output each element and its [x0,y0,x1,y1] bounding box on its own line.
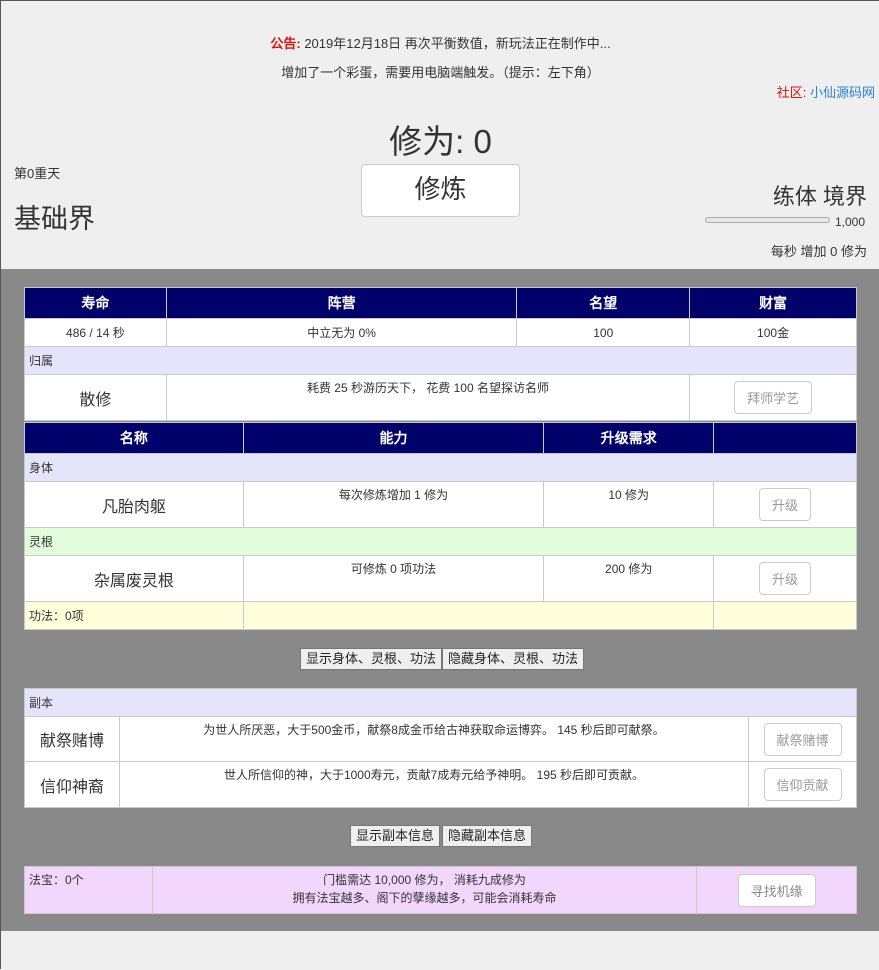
hide-dungeon-button[interactable]: 隐藏副本信息 [442,825,533,847]
community-label: 社区: [776,85,807,100]
body-section-label: 身体 [24,453,857,482]
stats-header-lifespan: 寿命 [24,287,167,319]
footer-strip [1,931,879,970]
main-panel: 寿命 阵营 名望 财富 486 / 14 秒 中立无为 0% 100 100金 … [1,269,879,931]
stats-header-faction: 阵营 [165,287,518,319]
skills-empty-cell [242,601,715,630]
treasure-count: 法宝：0个 [24,866,153,914]
hide-abilities-button[interactable]: 隐藏身体、灵根、功法 [442,648,585,670]
root-name: 杂属废灵根 [24,555,244,602]
body-row: 凡胎肉躯 每次修炼增加 1 修为 10 修为 升级 [24,481,857,528]
body-section-row: 身体 [24,453,857,482]
root-desc: 可修炼 0 项功法 [242,555,545,602]
stats-header-row: 寿命 阵营 名望 财富 [24,287,857,319]
stats-table: 寿命 阵营 名望 财富 486 / 14 秒 中立无为 0% 100 100金 … [24,287,857,421]
train-button[interactable]: 修炼 [361,164,520,217]
belong-desc: 耗费 25 秒游历天下， 花费 100 名望探访名师 [165,374,691,421]
root-row: 杂属废灵根 可修炼 0 项功法 200 修为 升级 [24,555,857,602]
skills-count: 功法：0项 [24,601,244,630]
sacrifice-button[interactable]: 献祭赌博 [763,722,842,756]
community-link[interactable]: 小仙源码网 [810,85,875,100]
treasure-desc-line1: 门槛需达 10,000 修为， 消耗九成修为 [323,873,526,887]
abilities-header-name: 名称 [24,422,244,454]
treasure-desc: 门槛需达 10,000 修为， 消耗九成修为 拥有法宝越多、阁下的孽缘越多，可能… [151,866,698,914]
treasure-table: 法宝：0个 门槛需达 10,000 修为， 消耗九成修为 拥有法宝越多、阁下的孽… [24,866,857,914]
skills-empty-action [713,601,857,630]
fame-value: 100 [516,318,691,347]
per-second-rate: 每秒 增加 0 修为 [770,244,867,259]
notice-line: 公告: 2019年12月18日 再次平衡数值，新玩法正在制作中... [1,35,879,53]
root-section-label: 灵根 [24,527,857,556]
dungeon-row-sacrifice: 献祭赌博 为世人所厌恶，大于500金币，献祭8成金币给古神获取命运博弈。 145… [24,716,857,762]
faction-value: 中立无为 0% [165,318,518,347]
show-dungeon-button[interactable]: 显示副本信息 [350,825,441,847]
realm-progress-bar [705,217,830,223]
faith-button[interactable]: 信仰贡献 [763,768,842,801]
cultivation-display: 修为: 0 [389,123,492,160]
abilities-header-row: 名称 能力 升级需求 [24,422,857,454]
dungeon-section-label: 副本 [24,688,857,717]
root-section-row: 灵根 [24,527,857,556]
stats-header-wealth: 财富 [689,287,857,319]
sacrifice-desc: 为世人所厌恶，大于500金币，献祭8成金币给古神获取命运博弈。 145 秒后即可… [118,716,750,762]
dungeon-table: 副本 献祭赌博 为世人所厌恶，大于500金币，献祭8成金币给古神获取命运博弈。 … [24,688,857,808]
body-upgrade-button[interactable]: 升级 [759,488,812,521]
abilities-header-action [713,422,857,454]
realm-title: 练体 境界 [772,184,867,209]
wealth-value: 100金 [689,318,857,347]
belong-section-label: 归属 [24,346,857,375]
easter-egg-hint: 增加了一个彩蛋，需要用电脑端触发。（提示：左下角） [281,65,600,80]
body-name: 凡胎肉躯 [24,481,244,528]
faith-desc: 世人所信仰的神，大于1000寿元，贡献7成寿元给予神明。 195 秒后即可贡献。 [118,761,750,808]
world-title: 基础界 [14,204,95,234]
treasure-desc-line2: 拥有法宝越多、阁下的孽缘越多，可能会消耗寿命 [292,891,557,905]
dungeon-row-faith: 信仰神裔 世人所信仰的神，大于1000寿元，贡献7成寿元给予神明。 195 秒后… [24,761,857,808]
faith-name: 信仰神裔 [24,761,120,808]
community-link-area: 社区: 小仙源码网 [777,82,875,101]
abilities-header-ability: 能力 [242,422,545,454]
header-area: 公告: 2019年12月18日 再次平衡数值，新玩法正在制作中... 增加了一个… [1,1,879,269]
root-requirement: 200 修为 [543,555,715,602]
abilities-header-requirement: 升级需求 [543,422,715,454]
realm-progress-value: 1,000 [835,215,866,229]
belong-row: 散修 耗费 25 秒游历天下， 花费 100 名望探访名师 拜师学艺 [24,374,857,421]
treasure-row: 法宝：0个 门槛需达 10,000 修为， 消耗九成修为 拥有法宝越多、阁下的孽… [24,866,857,914]
notice-label: 公告: [270,36,301,51]
body-desc: 每次修炼增加 1 修为 [242,481,545,528]
seek-fortune-button[interactable]: 寻找机缘 [737,873,816,907]
belong-name: 散修 [24,374,167,421]
sacrifice-name: 献祭赌博 [24,716,120,762]
skills-row: 功法：0项 [24,601,857,630]
dungeon-section-row: 副本 [24,688,857,717]
body-requirement: 10 修为 [543,481,715,528]
apprentice-button[interactable]: 拜师学艺 [734,381,813,414]
show-abilities-button[interactable]: 显示身体、灵根、功法 [300,648,443,670]
lifespan-value: 486 / 14 秒 [24,318,167,347]
root-upgrade-button[interactable]: 升级 [759,562,812,595]
notice-text: 2019年12月18日 再次平衡数值，新玩法正在制作中... [304,36,611,51]
heaven-day-label: 第0重天 [14,166,61,181]
belong-section-row: 归属 [24,346,857,375]
abilities-table: 名称 能力 升级需求 身体 凡胎肉躯 每次修炼增加 1 修为 10 修为 升级 … [24,422,857,630]
stats-value-row: 486 / 14 秒 中立无为 0% 100 100金 [24,318,857,347]
stats-header-fame: 名望 [516,287,691,319]
